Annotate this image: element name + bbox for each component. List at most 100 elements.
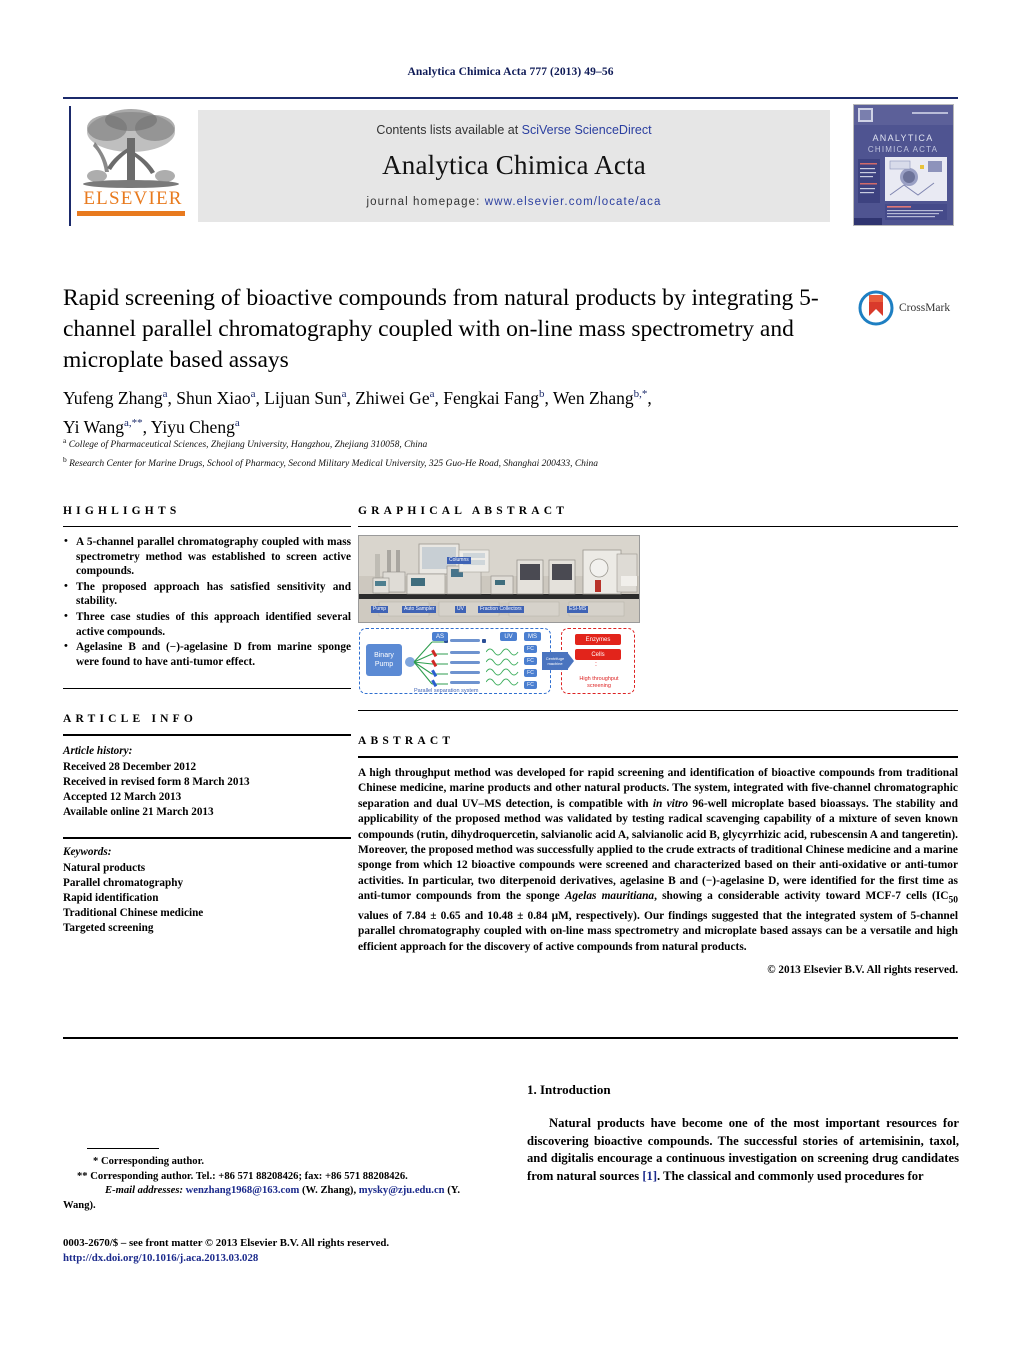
contents-lists-line: Contents lists available at SciVerse Sci… — [198, 110, 830, 137]
introduction-part-2: . The classical and commonly used proced… — [657, 1168, 924, 1183]
citation-ref-1[interactable]: [1] — [642, 1169, 657, 1183]
column-channel-4 — [450, 671, 480, 674]
keyword-item: Rapid identification — [63, 891, 159, 904]
list-item: Agelasine B and (−)-agelasine D from mar… — [63, 639, 351, 669]
elsevier-orange-bar — [77, 211, 185, 216]
article-history-item: Available online 21 March 2013 — [63, 806, 214, 819]
author-list: Yufeng Zhanga, Shun Xiaoa, Lijuan Suna, … — [63, 387, 652, 437]
affiliations: a College of Pharmaceutical Sciences, Zh… — [63, 434, 943, 471]
email-link-2[interactable]: mysky@zju.edu.cn — [359, 1185, 445, 1196]
graphical-abstract-divider — [358, 526, 958, 527]
elsevier-wordmark: ELSEVIER — [83, 188, 183, 209]
journal-cover-art: ANALYTICA CHIMICA ACTA — [854, 105, 953, 225]
introduction-body: Natural products have become one of the … — [527, 1115, 959, 1185]
svg-text:CHIMICA ACTA: CHIMICA ACTA — [868, 145, 938, 154]
arrow-head-icon — [567, 652, 574, 670]
left-column: HIGHLIGHTS A 5-channel parallel chromato… — [63, 505, 351, 937]
enzymes-block: Enzymes — [575, 634, 621, 645]
title-block: Rapid screening of bioactive compounds f… — [63, 283, 853, 376]
fraction-tag: FC — [524, 657, 537, 665]
article-history-item: Received 28 December 2012 — [63, 760, 197, 773]
article-info-divider — [63, 734, 351, 737]
keyword-item: Natural products — [63, 861, 146, 874]
photo-label-auto-sampler: Auto Sampler — [402, 606, 437, 613]
doi-link[interactable]: http://dx.doi.org/10.1016/j.aca.2013.03.… — [63, 1251, 503, 1266]
sciencedirect-link[interactable]: SciVerse ScienceDirect — [522, 123, 652, 137]
abstract-text: A high throughput method was developed f… — [358, 766, 958, 955]
graphical-abstract-heading: GRAPHICAL ABSTRACT — [358, 505, 569, 517]
affiliation-b: b Research Center for Marine Drugs, Scho… — [63, 454, 599, 469]
highlights-list: A 5-channel parallel chromatography coup… — [63, 534, 351, 669]
abstract-heading: ABSTRACT — [358, 735, 455, 747]
homepage-prefix: journal homepage: — [366, 196, 485, 208]
keywords-label: Keywords: — [63, 846, 112, 859]
journal-article-page: Analytica Chimica Acta 777 (2013) 49–56 — [0, 0, 1021, 1351]
channel-node — [482, 639, 486, 643]
email-owner-1: (W. Zhang), — [302, 1185, 357, 1197]
ms-detector-tag: MS — [524, 632, 541, 641]
elsevier-logo: ELSEVIER — [69, 106, 189, 226]
list-item: Three case studies of this approach iden… — [63, 609, 351, 639]
photo-label-esi-ms: ESI-MS — [567, 606, 589, 613]
crossmark-icon — [858, 290, 894, 326]
abstract-copyright: © 2013 Elsevier B.V. All rights reserved… — [767, 964, 958, 977]
instrument-photo: Columns Pump Auto Sampler UV Fraction Co… — [358, 535, 640, 623]
issn-line: 0003-2670/$ – see front matter © 2013 El… — [63, 1237, 390, 1249]
abstract-divider — [358, 756, 958, 758]
column-channel-1 — [450, 639, 480, 642]
running-head: Analytica Chimica Acta 777 (2013) 49–56 — [407, 66, 614, 78]
highlights-heading: HIGHLIGHTS — [63, 505, 181, 517]
photo-label-pump: Pump — [371, 606, 389, 613]
journal-title: Analytica Chimica Acta — [382, 150, 646, 180]
list-item: The proposed approach has satisfied sens… — [63, 579, 351, 609]
email-link-1[interactable]: wenzhang1968@163.com — [186, 1185, 300, 1196]
keyword-item: Parallel chromatography — [63, 876, 184, 889]
right-column: GRAPHICAL ABSTRACT Columns Pump Auto Sam… — [358, 505, 958, 976]
column-channel-5 — [450, 681, 480, 684]
article-history-label: Article history: — [63, 745, 133, 758]
email-label: E-mail addresses: — [105, 1185, 183, 1197]
screening-caption: High throughput screening — [579, 676, 619, 689]
abstract-part-4: values of 7.84 ± 0.65 and 10.48 ± 0.84 μ… — [358, 909, 958, 953]
email-addresses-line: E-mail addresses: wenzhang1968@163.com (… — [63, 1184, 483, 1213]
chromatogram-traces — [486, 648, 519, 686]
svg-text:ANALYTICA: ANALYTICA — [872, 133, 933, 143]
journal-cover-thumbnail: ANALYTICA CHIMICA ACTA — [853, 104, 954, 226]
fraction-tag: FC — [524, 669, 537, 677]
footnote-rule — [87, 1148, 159, 1149]
autosampler-tag: AS — [432, 632, 448, 641]
abstract-bottom-rule — [63, 1037, 958, 1039]
abstract-part-3: , showing a considerable activity toward… — [654, 890, 949, 903]
keyword-item: Traditional Chinese medicine — [63, 907, 204, 920]
crossmark-label: CrossMark — [899, 302, 951, 314]
contents-prefix: Contents lists available at — [376, 123, 522, 137]
keywords-divider — [63, 837, 351, 840]
corresponding-author-2: ** Corresponding author. Tel.: +86 571 8… — [77, 1170, 408, 1182]
journal-homepage-link[interactable]: www.elsevier.com/locate/aca — [485, 196, 662, 208]
issn-block: 0003-2670/$ – see front matter © 2013 El… — [63, 1236, 503, 1266]
highlights-divider — [63, 526, 351, 527]
separation-system-caption: Parallel separation system — [414, 688, 479, 694]
crossmark-badge[interactable]: CrossMark — [858, 287, 958, 329]
fraction-tag: FC — [524, 645, 537, 653]
affiliation-a: a College of Pharmaceutical Sciences, Zh… — [63, 436, 428, 451]
abstract-subscript: 50 — [948, 895, 959, 906]
photo-label-uv: UV — [455, 606, 466, 613]
journal-masthead: ELSEVIER Contents lists available at Sci… — [63, 104, 958, 228]
journal-band: Contents lists available at SciVerse Sci… — [198, 110, 830, 222]
centrifuge-arrow: Centrifuge machine — [542, 652, 568, 670]
ellipsis-marker: : — [595, 661, 597, 668]
header-rule — [63, 97, 958, 99]
photo-label-fraction-collectors: Fraction Collectors — [478, 606, 524, 613]
workflow-diagram: Binary Pump AS UV MS FC FC FC FC Centrif… — [358, 626, 640, 698]
uv-detector-tag: UV — [500, 632, 517, 641]
fraction-tag: FC — [524, 681, 537, 689]
article-history-item: Accepted 12 March 2013 — [63, 790, 182, 803]
abstract-part-2: 96-well microplate based bioassays. The … — [358, 797, 958, 903]
cells-block: Cells — [575, 649, 621, 660]
journal-homepage-line: journal homepage: www.elsevier.com/locat… — [198, 196, 830, 208]
graphical-abstract-figure: Columns Pump Auto Sampler UV Fraction Co… — [358, 535, 640, 698]
article-info-heading: ARTICLE INFO — [63, 713, 198, 726]
footnotes-block: * Corresponding author. ** Corresponding… — [63, 1155, 483, 1213]
abstract-italic-1: in vitro — [652, 797, 689, 810]
